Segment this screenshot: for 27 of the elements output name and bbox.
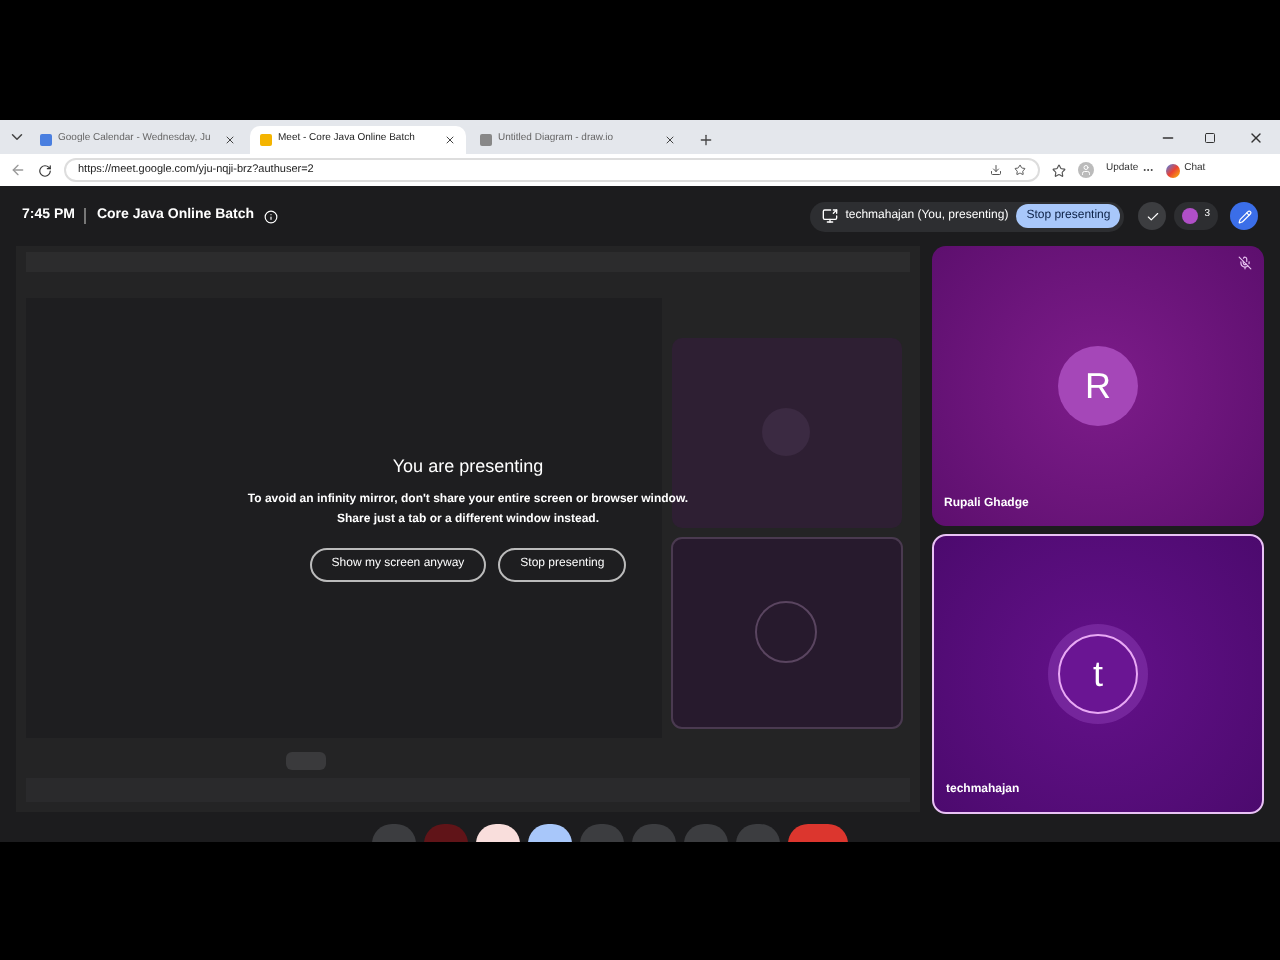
tab-favicon-icon [260, 134, 272, 146]
close-tab-icon[interactable] [664, 134, 676, 146]
close-tab-icon[interactable] [444, 134, 456, 146]
bookmark-star-icon[interactable] [1014, 164, 1026, 176]
download-icon[interactable] [990, 164, 1002, 176]
check-icon [1145, 209, 1160, 223]
pencil-icon [1237, 209, 1251, 223]
reload-icon[interactable] [38, 163, 52, 177]
tab-favicon-icon [480, 134, 492, 146]
avatar: R [1058, 346, 1138, 426]
avatar: t [1058, 634, 1138, 714]
close-window-icon[interactable] [1248, 130, 1264, 146]
maximize-icon[interactable] [1204, 132, 1216, 144]
screen-share-icon [821, 208, 838, 224]
people-icon [1182, 208, 1199, 224]
back-icon[interactable] [10, 162, 26, 178]
favorites-icon[interactable] [1052, 163, 1066, 177]
muted-mic-icon [1238, 256, 1252, 270]
new-tab-icon[interactable] [698, 132, 714, 148]
presenting-heading: You are presenting [392, 454, 544, 480]
tab-favicon-icon [40, 134, 52, 146]
chat-logo-icon [1166, 163, 1181, 177]
close-tab-icon[interactable] [224, 134, 236, 146]
info-icon[interactable] [264, 209, 279, 223]
tab-list-icon[interactable] [8, 128, 26, 146]
check-button[interactable] [1138, 202, 1167, 230]
edit-button[interactable] [1230, 202, 1258, 230]
